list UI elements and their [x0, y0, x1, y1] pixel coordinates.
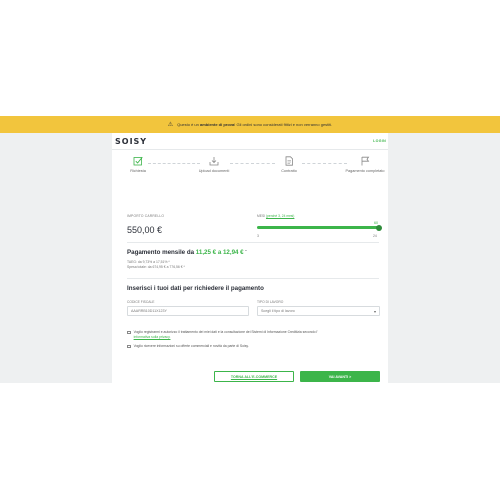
warning-icon: ⚠	[167, 121, 174, 128]
months-slider-track[interactable]	[257, 226, 379, 229]
months-slider-min: 3	[257, 234, 259, 238]
privacy-consent-checkbox[interactable]	[127, 330, 131, 335]
progress-steps: Richiesta Upload documenti Contratto Pag…	[112, 156, 388, 192]
form-title: Inserisci i tuoi dati per richiedere il …	[127, 285, 264, 292]
banner-text: Questo è un ambiente di prova! Gli ordin…	[177, 122, 333, 127]
privacy-consent-text: Voglio registrarmi e autorizzo il tratta…	[133, 330, 318, 339]
soisy-logo: SOISY	[115, 136, 148, 146]
total-cost-text: Spesa totale: da 674,95 € a 776,56 € *	[127, 264, 185, 269]
continue-button[interactable]: VAI AVANTI >	[300, 371, 380, 382]
marketing-consent-checkbox[interactable]	[127, 344, 131, 349]
divider	[127, 278, 379, 279]
step-richiesta: Richiesta	[118, 156, 158, 174]
job-type-select[interactable]: Scegli il tipo di lavoro ▾	[257, 306, 380, 316]
fiscal-code-label: CODICE FISCALE	[127, 300, 155, 304]
monthly-payment-title: Pagamento mensile da 11,25 € a 12,94 € *	[127, 249, 247, 256]
document-icon	[285, 156, 293, 166]
step-label: Upload documenti	[198, 169, 230, 173]
payment-details: TAEG: da 9,73% a 17,51% * Spesa totale: …	[127, 260, 185, 269]
step-label: Contratto	[281, 169, 297, 173]
months-info-link[interactable]: (perché 3, 24 mesi)	[266, 214, 294, 218]
privacy-consent: Voglio registrarmi e autorizzo il tratta…	[127, 330, 379, 339]
login-link[interactable]: LOGIN	[373, 139, 386, 143]
step-pagamento: Pagamento completato	[345, 156, 385, 174]
step-label: Pagamento completato	[345, 169, 385, 173]
flag-icon	[361, 156, 370, 166]
amount-value: 550,00 €	[127, 225, 163, 235]
checkout-card: Richiesta Upload documenti Contratto Pag…	[112, 149, 388, 383]
step-contratto: Contratto	[269, 156, 309, 174]
privacy-policy-link[interactable]: informativa sulla privacy.	[134, 335, 171, 339]
check-square-icon	[133, 156, 143, 166]
top-header: SOISY LOGIN	[112, 133, 388, 149]
step-upload: Upload documenti	[194, 156, 234, 174]
job-type-label: TIPO DI LAVORO	[257, 300, 284, 304]
months-slider-handle[interactable]	[376, 224, 382, 231]
step-label: Richiesta	[130, 169, 146, 173]
fiscal-code-input[interactable]: AAARRB10D11X123Y	[127, 306, 249, 316]
months-slider-max: 24	[373, 234, 377, 238]
monthly-payment-range: 11,25 € a 12,94 €	[195, 249, 244, 256]
divider	[127, 242, 379, 243]
amount-label: IMPORTO CARRELLO	[127, 214, 165, 218]
months-label: MESI (perché 3, 24 mesi)	[257, 214, 295, 218]
back-to-ecommerce-button[interactable]: TORNA ALL'E-COMMERCE	[214, 371, 294, 382]
marketing-consent: Voglio ricevere informazioni su offerte …	[127, 344, 379, 349]
chevron-down-icon: ▾	[373, 309, 376, 314]
marketing-consent-text: Voglio ricevere informazioni su offerte …	[133, 344, 249, 348]
upload-icon	[209, 157, 219, 166]
page: ⚠ Questo è un ambiente di prova! Gli ord…	[0, 0, 500, 500]
test-environment-banner: ⚠ Questo è un ambiente di prova! Gli ord…	[0, 116, 500, 133]
